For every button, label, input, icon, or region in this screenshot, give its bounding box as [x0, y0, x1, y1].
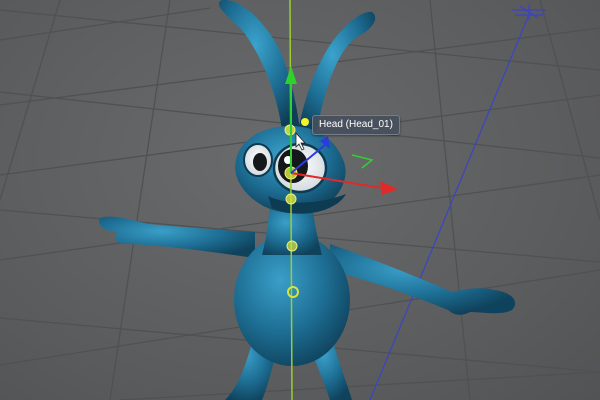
xz-plane-handle[interactable]: [351, 154, 374, 169]
chest-joint[interactable]: [286, 240, 298, 252]
light-icon[interactable]: [512, 4, 546, 20]
viewport-scene[interactable]: [0, 0, 600, 400]
neck-joint[interactable]: [285, 193, 297, 205]
scene-guide-line: [369, 11, 531, 400]
3d-viewport[interactable]: Head (Head_01): [0, 0, 600, 400]
joint-tooltip: Head (Head_01): [312, 115, 400, 135]
hovered-joint[interactable]: [301, 118, 309, 126]
